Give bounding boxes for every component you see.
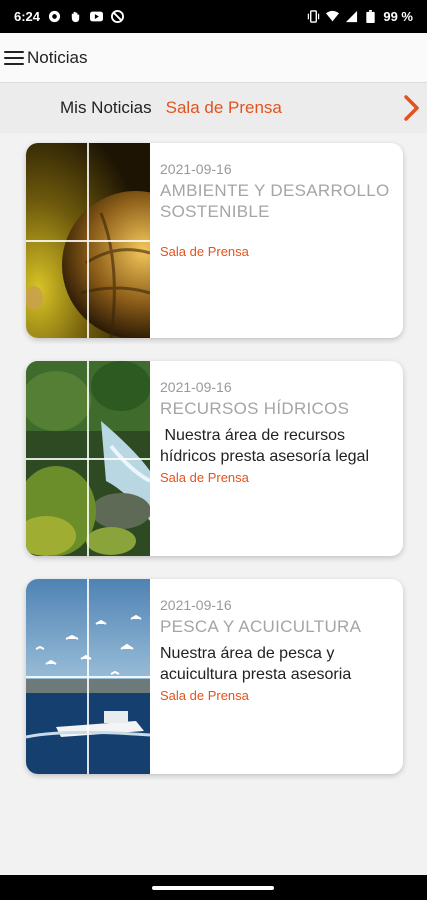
wifi-icon [326, 10, 340, 22]
app-bar: Noticias [0, 33, 427, 83]
battery-percent: 99 % [383, 9, 413, 24]
news-source: Sala de Prensa [160, 470, 249, 485]
news-title: RECURSOS HÍDRICOS [160, 399, 350, 418]
news-summary: Nuestra área de pesca y acuicultura pres… [160, 645, 352, 683]
app-title: Noticias [27, 47, 88, 67]
battery-icon [366, 10, 376, 23]
signal-icon [346, 10, 358, 23]
app-notification-icon [48, 10, 61, 23]
news-card[interactable]: 2021-09-16 PESCA Y ACUICULTURA Nuestra á… [26, 579, 403, 774]
youtube-icon [90, 11, 104, 22]
status-bar: 6:24 99 % [0, 0, 427, 33]
menu-icon[interactable] [4, 50, 24, 66]
app-screen: Noticias Mis Noticias Sala de Prensa 202… [0, 33, 427, 875]
tab-mis-noticias[interactable]: Mis Noticias [60, 98, 152, 118]
news-source: Sala de Prensa [160, 244, 249, 259]
home-gesture-handle[interactable] [152, 886, 274, 890]
news-image-river [26, 361, 150, 556]
news-title: PESCA Y ACUICULTURA [160, 617, 362, 636]
tabs-bar: Mis Noticias Sala de Prensa [0, 83, 427, 133]
hand-icon [71, 11, 80, 23]
news-source: Sala de Prensa [160, 688, 249, 703]
news-date: 2021-09-16 [160, 379, 232, 395]
chevron-right-icon[interactable] [401, 94, 421, 122]
news-list: 2021-09-16 AMBIENTE Y DESARROLLO SOSTENI… [0, 133, 427, 774]
news-title: AMBIENTE Y DESARROLLO SOSTENIBLE [160, 181, 390, 221]
news-image-globe [26, 143, 150, 338]
status-time: 6:24 [14, 9, 41, 24]
news-card[interactable]: 2021-09-16 AMBIENTE Y DESARROLLO SOSTENI… [26, 143, 403, 338]
news-card[interactable]: 2021-09-16 RECURSOS HÍDRICOS Nuestra áre… [26, 361, 403, 556]
system-nav-bar [0, 875, 427, 900]
no-disturb-icon [111, 10, 125, 23]
vibrate-icon [308, 10, 320, 23]
news-date: 2021-09-16 [160, 597, 232, 613]
news-image-boat [26, 579, 150, 774]
tab-sala-de-prensa[interactable]: Sala de Prensa [166, 98, 282, 118]
news-date: 2021-09-16 [160, 161, 232, 177]
news-summary: Nuestra área de recursos hídricos presta… [160, 427, 369, 465]
